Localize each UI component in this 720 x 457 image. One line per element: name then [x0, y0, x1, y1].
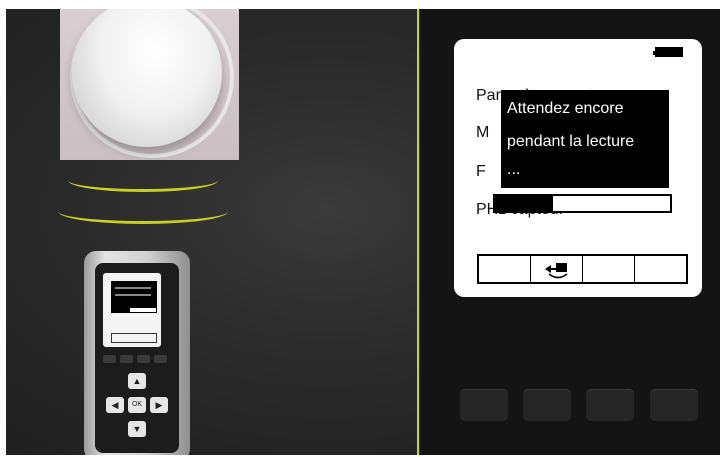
device-key-4[interactable]	[650, 389, 698, 421]
soft-key-4[interactable]	[635, 256, 686, 282]
signal-arc-lower	[58, 199, 228, 224]
menu-item-f[interactable]: F	[476, 163, 486, 181]
remote-soft-key[interactable]	[137, 355, 150, 363]
product-scene: ▲ ◀ OK ▶ ▼ Paramètres capteur M F PHz ca…	[6, 9, 720, 455]
remote-popup-line	[115, 287, 151, 289]
soft-key-2[interactable]	[531, 256, 583, 282]
remote-screen	[103, 273, 161, 347]
soft-key-3[interactable]	[583, 256, 635, 282]
remote-soft-key[interactable]	[103, 355, 116, 363]
device-screen: Paramètres capteur M F PHz capteur Atten…	[454, 39, 702, 297]
sensor-photo	[60, 9, 239, 160]
remote-control: ▲ ◀ OK ▶ ▼	[84, 251, 190, 455]
reading-progress-bar	[493, 194, 672, 213]
divider-line	[417, 9, 419, 455]
reading-progress-fill	[495, 196, 553, 211]
remote-soft-key[interactable]	[154, 355, 167, 363]
popup-line-1: Attendez encore	[507, 100, 624, 117]
dpad-left-button[interactable]: ◀	[106, 397, 124, 413]
remote-face: ▲ ◀ OK ▶ ▼	[95, 263, 179, 453]
signal-arc-upper	[68, 169, 218, 192]
remote-progress-fill	[112, 308, 130, 312]
menu-item-m[interactable]: M	[476, 124, 489, 142]
device-key-1[interactable]	[460, 389, 508, 421]
dpad-down-button[interactable]: ▼	[128, 421, 146, 437]
dpad-ok-button[interactable]: OK	[128, 397, 146, 413]
remote-popup-line	[115, 294, 151, 296]
soft-key-row	[477, 254, 688, 284]
popup-line-3: ...	[507, 161, 521, 178]
wait-popup: Attendez encore pendant la lecture ...	[501, 90, 669, 188]
remote-soft-key[interactable]	[120, 355, 133, 363]
undo-arrow-icon	[545, 263, 568, 279]
remote-soft-row	[111, 333, 157, 343]
remote-progress-bar	[111, 307, 157, 313]
screenshot-stage: ▲ ◀ OK ▶ ▼ Paramètres capteur M F PHz ca…	[0, 0, 720, 457]
battery-tip	[653, 51, 656, 55]
popup-line-2: pendant la lecture	[507, 133, 635, 150]
battery-icon	[653, 47, 683, 57]
dpad-right-button[interactable]: ▶	[150, 397, 168, 413]
soft-key-1[interactable]	[479, 256, 531, 282]
device-key-3[interactable]	[586, 389, 634, 421]
remote-dpad: ▲ ◀ OK ▶ ▼	[106, 373, 168, 439]
dpad-up-button[interactable]: ▲	[128, 373, 146, 389]
device-key-2[interactable]	[523, 389, 571, 421]
remote-popup	[111, 281, 157, 307]
